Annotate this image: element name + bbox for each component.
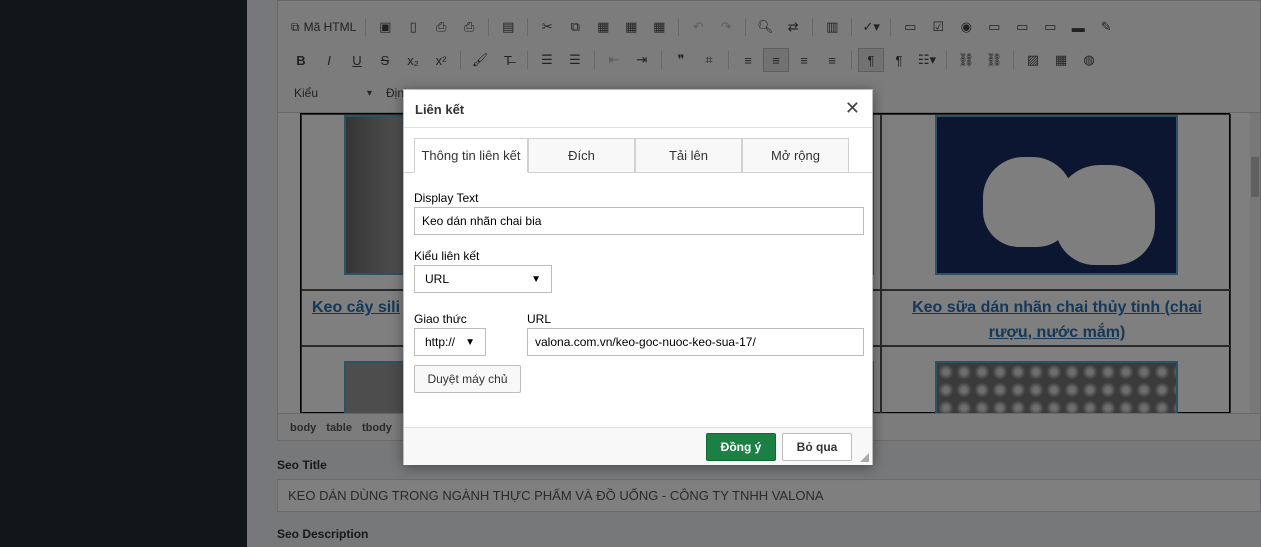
protocol-value: http:// (425, 335, 456, 349)
link-type-label: Kiểu liên kết (414, 249, 480, 263)
protocol-label: Giao thức (414, 312, 467, 326)
dialog-title[interactable]: Liên kết (404, 90, 872, 128)
tab-advanced[interactable]: Mở rộng (742, 138, 849, 173)
browse-server-button[interactable]: Duyệt máy chủ (414, 365, 521, 393)
display-text-input[interactable]: Keo dán nhãn chai bia (414, 207, 864, 235)
link-type-select[interactable]: URL ▼ (414, 265, 552, 293)
protocol-select[interactable]: http:// ▼ (414, 328, 486, 356)
url-input[interactable]: valona.com.vn/keo-goc-nuoc-keo-sua-17/ (527, 328, 864, 356)
close-icon[interactable]: ✕ (845, 99, 860, 117)
resize-handle-icon[interactable] (860, 453, 869, 462)
tab-link-info[interactable]: Thông tin liên kết (414, 138, 528, 173)
link-type-value: URL (425, 272, 450, 286)
tab-target[interactable]: Đích (528, 138, 635, 173)
dialog-tabs: Thông tin liên kết Đích Tải lên Mở rộng (414, 138, 849, 173)
url-label: URL (527, 312, 552, 326)
chevron-down-icon: ▼ (465, 336, 475, 348)
cancel-button[interactable]: Bỏ qua (782, 433, 852, 461)
chevron-down-icon: ▼ (531, 273, 541, 285)
link-dialog: Liên kết ✕ Thông tin liên kết Đích Tải l… (403, 89, 873, 465)
display-text-label: Display Text (414, 191, 479, 205)
ok-button[interactable]: Đồng ý (706, 433, 776, 461)
tab-upload[interactable]: Tải lên (635, 138, 742, 173)
dialog-footer: Đồng ý Bỏ qua (404, 427, 872, 465)
